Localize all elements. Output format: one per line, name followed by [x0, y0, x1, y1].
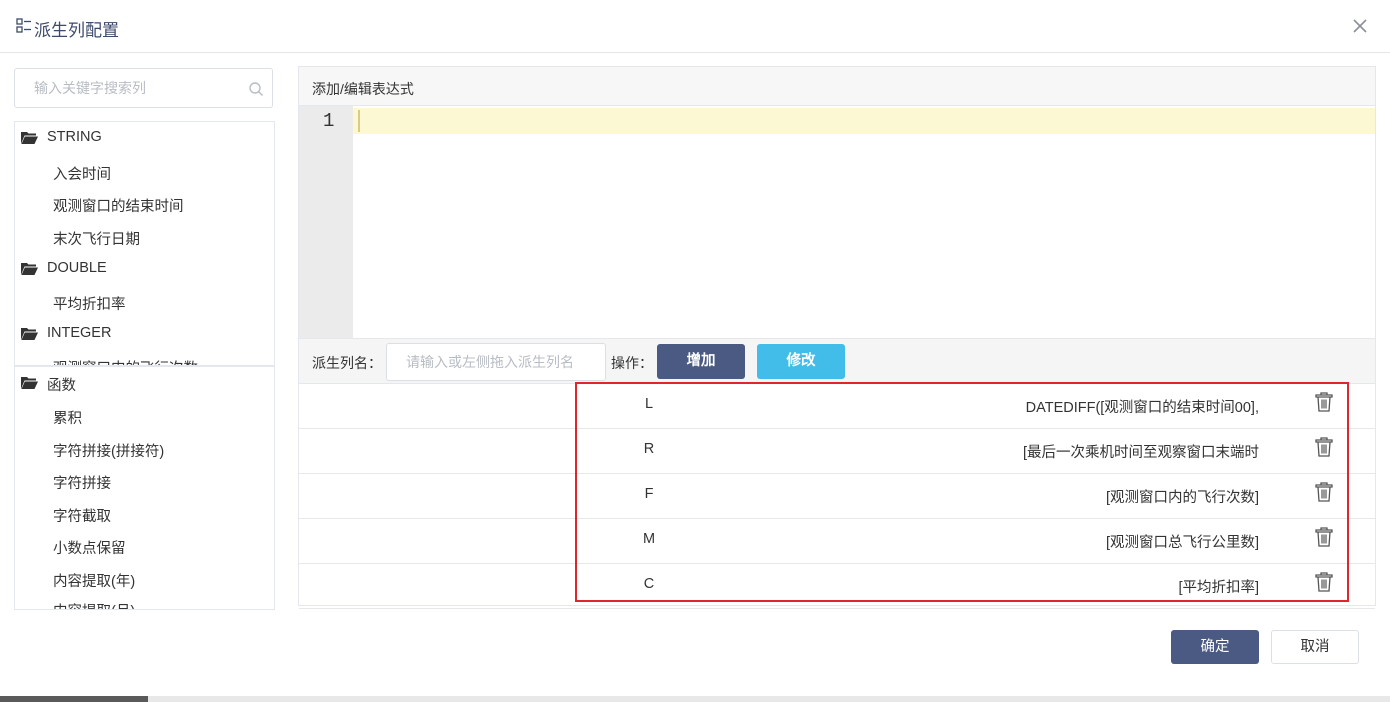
derived-row-expression: [最后一次乘机时间至观察窗口末端时	[1022, 445, 1259, 461]
group-label: DOUBLE	[47, 260, 107, 276]
derived-row-name: R	[643, 441, 655, 457]
derived-row[interactable]: R [最后一次乘机时间至观察窗口末端时	[299, 429, 1375, 474]
operation-label: 操作：	[611, 355, 653, 371]
group-label: 函数	[47, 378, 76, 394]
function-item[interactable]: 字符截取	[53, 505, 111, 526]
editor-heading: 添加/编辑表达式	[299, 67, 1375, 106]
background-toolbar	[148, 696, 1390, 702]
search-input[interactable]	[16, 70, 241, 106]
folder-open-icon	[21, 328, 38, 340]
folder-open-icon	[21, 377, 38, 389]
line-gutter: 1	[299, 106, 353, 338]
function-item[interactable]: 字符拼接	[53, 472, 111, 493]
confirm-button[interactable]: 确定	[1171, 630, 1259, 664]
folder-open-icon	[21, 132, 38, 144]
background-window	[0, 696, 1390, 702]
derived-row[interactable]: C [平均折扣率]	[299, 564, 1375, 609]
derived-row-name: C	[643, 576, 655, 592]
column-search	[14, 68, 273, 108]
function-item[interactable]: 内容提取(年)	[53, 570, 135, 591]
derived-row-expression: [平均折扣率]	[1178, 580, 1259, 596]
add-button[interactable]: 增加	[657, 344, 745, 379]
function-tree: 函数 累积 字符拼接(拼接符) 字符拼接 字符截取 小数点保留 内容提取(年) …	[14, 366, 275, 610]
column-item[interactable]: 入会时间	[53, 163, 111, 184]
derived-row-expression: [观测窗口总飞行公里数]	[1105, 535, 1259, 551]
trash-icon[interactable]	[1315, 572, 1333, 592]
column-item[interactable]: 末次飞行日期	[53, 228, 140, 249]
derived-row-expression: DATEDIFF([观测窗口的结束时间00],	[1025, 400, 1259, 416]
line-number: 1	[323, 110, 335, 132]
cancel-button[interactable]: 取消	[1271, 630, 1359, 664]
function-item[interactable]: 小数点保留	[53, 537, 126, 558]
active-line	[353, 108, 1375, 134]
text-cursor	[358, 110, 360, 132]
close-icon[interactable]	[1350, 16, 1370, 36]
derived-name-label: 派生列名：	[312, 355, 382, 371]
function-item[interactable]: 字符拼接(拼接符)	[53, 440, 164, 461]
dialog-title: 派生列配置	[34, 21, 119, 40]
derived-row[interactable]: L DATEDIFF([观测窗口的结束时间00],	[299, 384, 1375, 429]
derived-row[interactable]: F [观测窗口内的飞行次数]	[299, 474, 1375, 519]
function-item[interactable]: 累积	[53, 407, 82, 428]
column-item[interactable]: 平均折扣率	[53, 293, 126, 314]
derived-name-row: 派生列名： 操作： 增加 修改	[299, 338, 1375, 384]
trash-icon[interactable]	[1315, 437, 1333, 457]
editor-heading-text: 添加/编辑表达式	[312, 81, 414, 97]
expression-panel: 添加/编辑表达式 1 派生列名： 操作： 增加 修改 L DATEDIFF([观…	[298, 66, 1376, 609]
derived-column-dialog: 派生列配置 STRING 入会时间 观测窗口的结束时间 末次飞行日期 DOUBL…	[0, 0, 1390, 696]
derived-row-expression: [观测窗口内的飞行次数]	[1105, 490, 1259, 506]
function-item[interactable]: 内容提取(月)	[53, 600, 135, 609]
search-icon[interactable]	[248, 81, 264, 97]
group-label: INTEGER	[47, 325, 112, 341]
column-tree: STRING 入会时间 观测窗口的结束时间 末次飞行日期 DOUBLE 平均折扣…	[14, 121, 275, 366]
code-editor[interactable]	[353, 106, 1375, 338]
column-item[interactable]: 观测窗口的结束时间	[53, 195, 184, 216]
trash-icon[interactable]	[1315, 482, 1333, 502]
edit-button[interactable]: 修改	[757, 344, 845, 379]
dialog-header: 派生列配置	[0, 0, 1390, 53]
derived-row-name: F	[644, 486, 654, 502]
derived-name-input[interactable]	[386, 343, 606, 381]
trash-icon[interactable]	[1315, 527, 1333, 547]
group-label: STRING	[47, 129, 102, 145]
column-item[interactable]: 观测窗口内的飞行次数	[53, 357, 198, 365]
config-icon	[16, 18, 31, 33]
derived-row-name: L	[644, 396, 654, 412]
derived-row[interactable]: M [观测窗口总飞行公里数]	[299, 519, 1375, 564]
trash-icon[interactable]	[1315, 392, 1333, 412]
derived-row-name: M	[642, 531, 656, 547]
folder-open-icon	[21, 263, 38, 275]
